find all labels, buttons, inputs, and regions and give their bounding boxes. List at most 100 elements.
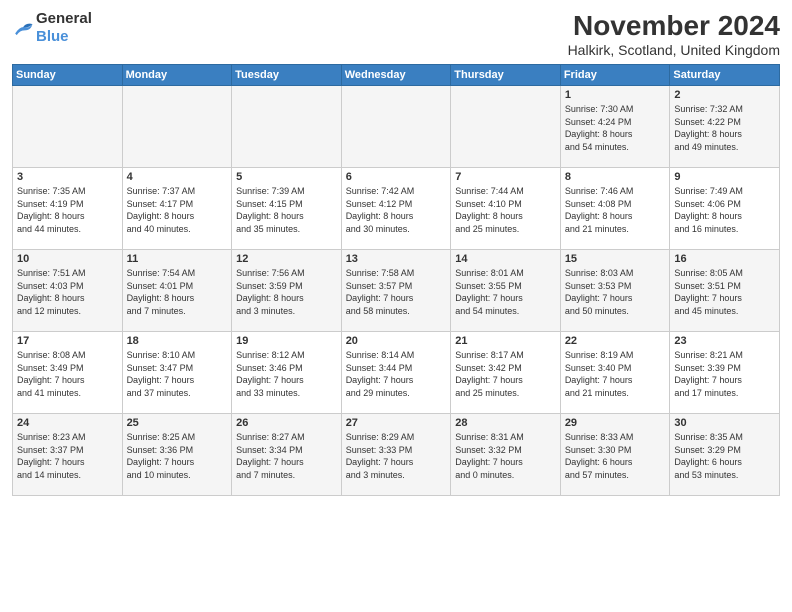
day-info: Sunrise: 7:42 AM Sunset: 4:12 PM Dayligh…: [346, 185, 447, 235]
day-number: 15: [565, 253, 666, 265]
calendar-day-cell: 11Sunrise: 7:54 AM Sunset: 4:01 PM Dayli…: [122, 250, 232, 332]
calendar-weekday-header: Sunday: [13, 65, 123, 86]
day-info: Sunrise: 8:01 AM Sunset: 3:55 PM Dayligh…: [455, 267, 556, 317]
day-number: 25: [127, 417, 228, 429]
page: General Blue November 2024 Halkirk, Scot…: [0, 0, 792, 612]
day-info: Sunrise: 7:49 AM Sunset: 4:06 PM Dayligh…: [674, 185, 775, 235]
day-number: 5: [236, 171, 337, 183]
calendar-day-cell: 26Sunrise: 8:27 AM Sunset: 3:34 PM Dayli…: [232, 414, 342, 496]
calendar-weekday-header: Saturday: [670, 65, 780, 86]
calendar-day-cell: [232, 86, 342, 168]
day-info: Sunrise: 7:32 AM Sunset: 4:22 PM Dayligh…: [674, 103, 775, 153]
day-info: Sunrise: 7:54 AM Sunset: 4:01 PM Dayligh…: [127, 267, 228, 317]
day-number: 23: [674, 335, 775, 347]
day-number: 24: [17, 417, 118, 429]
calendar-day-cell: 22Sunrise: 8:19 AM Sunset: 3:40 PM Dayli…: [560, 332, 670, 414]
calendar-week-row: 3Sunrise: 7:35 AM Sunset: 4:19 PM Daylig…: [13, 168, 780, 250]
day-number: 4: [127, 171, 228, 183]
day-info: Sunrise: 8:25 AM Sunset: 3:36 PM Dayligh…: [127, 431, 228, 481]
calendar-day-cell: 23 Sunrise: 8:21 AM Sunset: 3:39 PM Dayli…: [670, 332, 780, 414]
calendar-weekday-header: Friday: [560, 65, 670, 86]
day-info: Sunrise: 7:46 AM Sunset: 4:08 PM Dayligh…: [565, 185, 666, 235]
day-info: Sunrise: 8:23 AM Sunset: 3:37 PM Dayligh…: [17, 431, 118, 481]
day-number: 17: [17, 335, 118, 347]
day-number: 14: [455, 253, 556, 265]
day-number: 8: [565, 171, 666, 183]
calendar-day-cell: 13 Sunrise: 7:58 AM Sunset: 3:57 PM Dayli…: [341, 250, 451, 332]
calendar-day-cell: 10Sunrise: 7:51 AM Sunset: 4:03 PM Dayli…: [13, 250, 123, 332]
calendar-day-cell: 24 Sunrise: 8:23 AM Sunset: 3:37 PM Dayli…: [13, 414, 123, 496]
location-title: Halkirk, Scotland, United Kingdom: [568, 42, 780, 58]
day-info: Sunrise: 8:10 AM Sunset: 3:47 PM Dayligh…: [127, 349, 228, 399]
calendar-day-cell: [13, 86, 123, 168]
calendar-day-cell: 1 Sunrise: 7:30 AM Sunset: 4:24 PM Daylig…: [560, 86, 670, 168]
day-info: Sunrise: 8:12 AM Sunset: 3:46 PM Dayligh…: [236, 349, 337, 399]
day-number: 22: [565, 335, 666, 347]
calendar-weekday-header: Thursday: [451, 65, 561, 86]
day-number: 13: [346, 253, 447, 265]
day-number: 18: [127, 335, 228, 347]
calendar-day-cell: 2 Sunrise: 7:32 AM Sunset: 4:22 PM Daylig…: [670, 86, 780, 168]
day-number: 30: [674, 417, 775, 429]
calendar-day-cell: [451, 86, 561, 168]
calendar-week-row: 17 Sunrise: 8:08 AM Sunset: 3:49 PM Dayli…: [13, 332, 780, 414]
calendar-day-cell: 4Sunrise: 7:37 AM Sunset: 4:17 PM Daylig…: [122, 168, 232, 250]
day-number: 1: [565, 89, 666, 101]
day-number: 6: [346, 171, 447, 183]
calendar-header-row: SundayMondayTuesdayWednesdayThursdayFrid…: [13, 65, 780, 86]
day-number: 12: [236, 253, 337, 265]
calendar-day-cell: 7Sunrise: 7:44 AM Sunset: 4:10 PM Daylig…: [451, 168, 561, 250]
calendar-day-cell: 28 Sunrise: 8:31 AM Sunset: 3:32 PM Dayli…: [451, 414, 561, 496]
day-number: 19: [236, 335, 337, 347]
calendar-day-cell: 17 Sunrise: 8:08 AM Sunset: 3:49 PM Dayli…: [13, 332, 123, 414]
calendar-day-cell: 27 Sunrise: 8:29 AM Sunset: 3:33 PM Dayli…: [341, 414, 451, 496]
calendar-day-cell: 5Sunrise: 7:39 AM Sunset: 4:15 PM Daylig…: [232, 168, 342, 250]
day-number: 9: [674, 171, 775, 183]
calendar-day-cell: 12 Sunrise: 7:56 AM Sunset: 3:59 PM Dayli…: [232, 250, 342, 332]
calendar-week-row: 1 Sunrise: 7:30 AM Sunset: 4:24 PM Daylig…: [13, 86, 780, 168]
day-info: Sunrise: 8:33 AM Sunset: 3:30 PM Dayligh…: [565, 431, 666, 481]
day-info: Sunrise: 8:29 AM Sunset: 3:33 PM Dayligh…: [346, 431, 447, 481]
calendar-day-cell: 15 Sunrise: 8:03 AM Sunset: 3:53 PM Dayli…: [560, 250, 670, 332]
calendar-day-cell: [122, 86, 232, 168]
day-info: Sunrise: 7:51 AM Sunset: 4:03 PM Dayligh…: [17, 267, 118, 317]
calendar-weekday-header: Monday: [122, 65, 232, 86]
day-info: Sunrise: 8:17 AM Sunset: 3:42 PM Dayligh…: [455, 349, 556, 399]
calendar-day-cell: 29Sunrise: 8:33 AM Sunset: 3:30 PM Dayli…: [560, 414, 670, 496]
day-number: 16: [674, 253, 775, 265]
day-info: Sunrise: 8:21 AM Sunset: 3:39 PM Dayligh…: [674, 349, 775, 399]
day-info: Sunrise: 8:03 AM Sunset: 3:53 PM Dayligh…: [565, 267, 666, 317]
calendar-day-cell: 8 Sunrise: 7:46 AM Sunset: 4:08 PM Daylig…: [560, 168, 670, 250]
logo-text: General Blue: [36, 10, 92, 46]
calendar-table: SundayMondayTuesdayWednesdayThursdayFrid…: [12, 64, 780, 496]
calendar-day-cell: 16Sunrise: 8:05 AM Sunset: 3:51 PM Dayli…: [670, 250, 780, 332]
calendar-day-cell: 30Sunrise: 8:35 AM Sunset: 3:29 PM Dayli…: [670, 414, 780, 496]
calendar-day-cell: 14 Sunrise: 8:01 AM Sunset: 3:55 PM Dayli…: [451, 250, 561, 332]
calendar-day-cell: [341, 86, 451, 168]
day-number: 2: [674, 89, 775, 101]
day-info: Sunrise: 7:30 AM Sunset: 4:24 PM Dayligh…: [565, 103, 666, 153]
logo-general: General: [36, 10, 92, 27]
day-number: 21: [455, 335, 556, 347]
day-info: Sunrise: 7:56 AM Sunset: 3:59 PM Dayligh…: [236, 267, 337, 317]
logo: General Blue: [12, 10, 92, 46]
day-info: Sunrise: 8:31 AM Sunset: 3:32 PM Dayligh…: [455, 431, 556, 481]
day-number: 26: [236, 417, 337, 429]
logo-blue: Blue: [36, 28, 69, 45]
month-title: November 2024: [568, 10, 780, 42]
calendar-day-cell: 20Sunrise: 8:14 AM Sunset: 3:44 PM Dayli…: [341, 332, 451, 414]
calendar-day-cell: 18 Sunrise: 8:10 AM Sunset: 3:47 PM Dayli…: [122, 332, 232, 414]
calendar-day-cell: 19 Sunrise: 8:12 AM Sunset: 3:46 PM Dayli…: [232, 332, 342, 414]
day-info: Sunrise: 8:08 AM Sunset: 3:49 PM Dayligh…: [17, 349, 118, 399]
calendar-day-cell: 3Sunrise: 7:35 AM Sunset: 4:19 PM Daylig…: [13, 168, 123, 250]
calendar-day-cell: 25 Sunrise: 8:25 AM Sunset: 3:36 PM Dayli…: [122, 414, 232, 496]
calendar-weekday-header: Wednesday: [341, 65, 451, 86]
calendar-day-cell: 21 Sunrise: 8:17 AM Sunset: 3:42 PM Dayli…: [451, 332, 561, 414]
day-info: Sunrise: 7:35 AM Sunset: 4:19 PM Dayligh…: [17, 185, 118, 235]
logo-bird-icon: [12, 19, 34, 37]
day-number: 27: [346, 417, 447, 429]
calendar-week-row: 24 Sunrise: 8:23 AM Sunset: 3:37 PM Dayli…: [13, 414, 780, 496]
header-area: General Blue November 2024 Halkirk, Scot…: [12, 10, 780, 58]
day-number: 28: [455, 417, 556, 429]
day-info: Sunrise: 7:58 AM Sunset: 3:57 PM Dayligh…: [346, 267, 447, 317]
